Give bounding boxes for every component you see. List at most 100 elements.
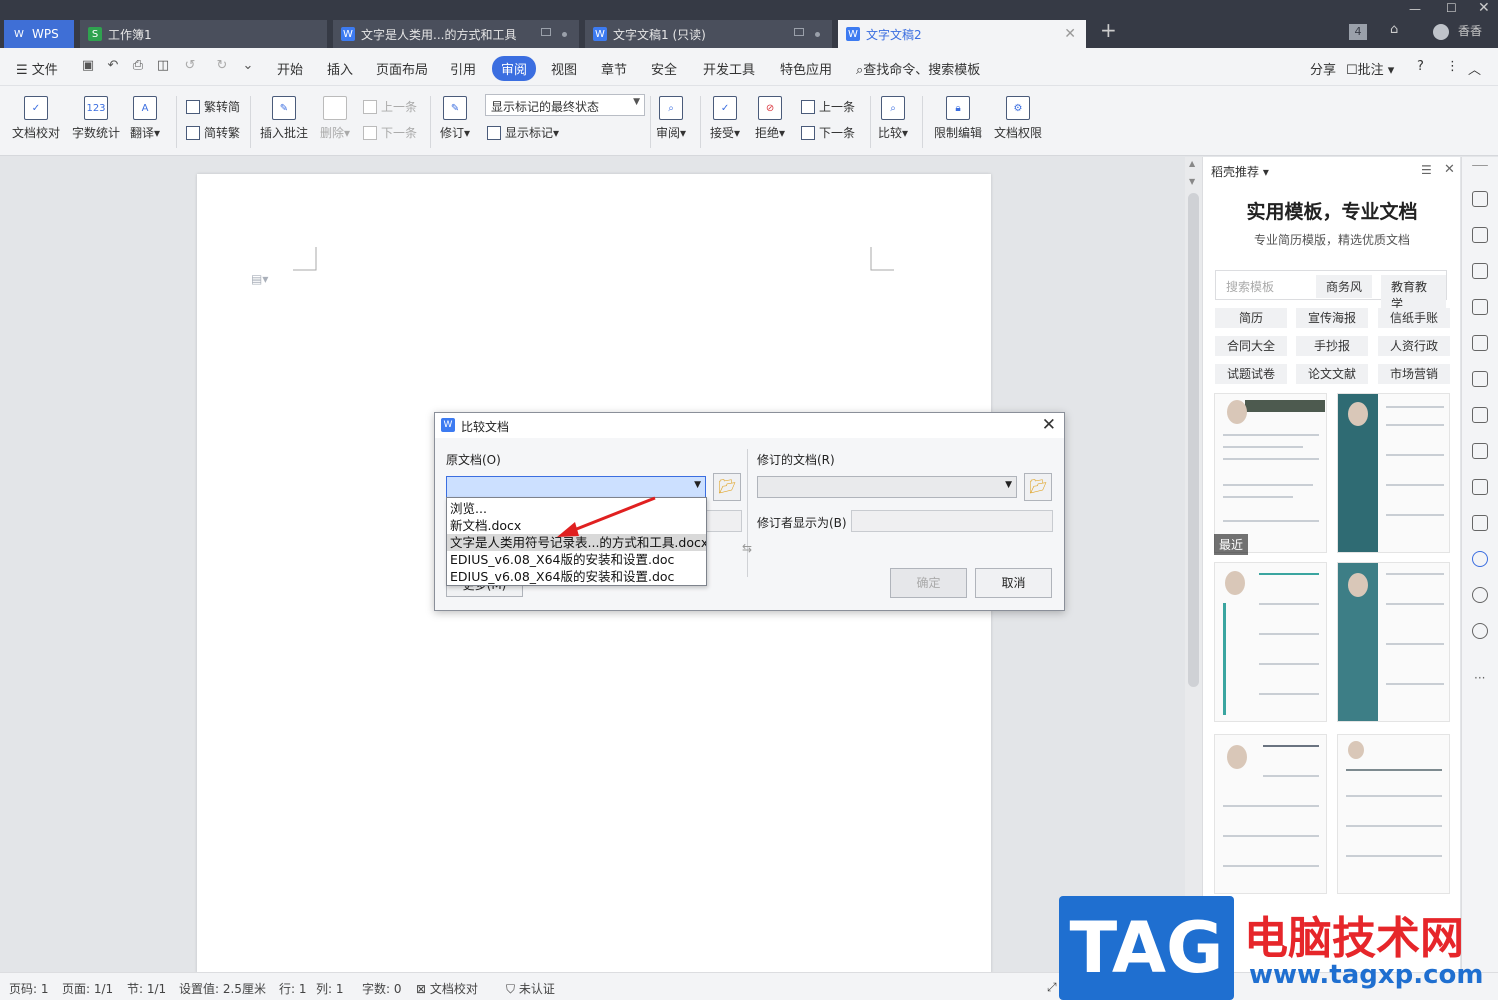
compare-button[interactable]: ⌕ 比较▾ <box>878 96 908 141</box>
panel-header[interactable]: 稻壳推荐 ▾ <box>1211 163 1269 180</box>
template-icon[interactable] <box>1472 551 1488 567</box>
documents-icon[interactable] <box>1472 407 1488 423</box>
trad-to-simp-button[interactable]: 繁转简 <box>186 98 240 115</box>
dropdown-item[interactable]: EDIUS_v6.08_X64版的安装和设置.doc <box>447 568 706 585</box>
template-search-input[interactable]: 搜索模板 商务风 教育教学 <box>1215 270 1447 315</box>
tab-workbook[interactable]: S 工作簿1 <box>80 20 327 48</box>
status-auth[interactable]: ⛉ 未认证 <box>506 980 555 997</box>
status-section[interactable]: 节: 1/1 <box>127 980 166 997</box>
insert-comment-button[interactable]: ✎ 插入批注 <box>260 96 308 141</box>
swap-icon[interactable]: ⇆ <box>742 541 752 555</box>
template-thumbnail[interactable] <box>1337 562 1450 722</box>
word-count-button[interactable]: 123 字数统计 <box>72 96 120 141</box>
menu-insert[interactable]: 插入 <box>327 59 353 78</box>
maximize-icon[interactable]: ☐ <box>1446 1 1457 15</box>
translate-icon[interactable] <box>1472 443 1488 459</box>
menu-view[interactable]: 视图 <box>551 59 577 78</box>
save-icon[interactable]: ▣ <box>80 58 96 74</box>
menu-chapter[interactable]: 章节 <box>601 59 627 78</box>
print-preview-icon[interactable]: ◫ <box>155 58 171 74</box>
redo-icon[interactable]: ↻ <box>214 58 230 74</box>
original-browse-button[interactable]: 📂︎ <box>713 473 741 501</box>
category-exam[interactable]: 试题试卷 <box>1215 364 1287 384</box>
dropdown-item[interactable]: EDIUS_v6.08_X64版的安装和设置.doc <box>447 551 706 568</box>
add-tab-button[interactable]: + <box>1100 18 1117 42</box>
revised-browse-button[interactable]: 📂︎ <box>1024 473 1052 501</box>
menu-page-layout[interactable]: 页面布局 <box>376 59 428 78</box>
status-column[interactable]: 列: 1 <box>316 980 344 997</box>
command-search[interactable]: ⌕查找命令、搜索模板 <box>856 59 980 78</box>
fit-page-icon[interactable]: ⤢ <box>1047 980 1057 995</box>
user-name[interactable]: 香香 <box>1458 22 1482 39</box>
category-marketing[interactable]: 市场营销 <box>1378 364 1450 384</box>
status-doc-check[interactable]: ⊠ 文档校对 <box>416 980 478 997</box>
menu-security[interactable]: 安全 <box>651 59 677 78</box>
print-icon[interactable]: ⎙ <box>130 58 146 74</box>
simp-to-trad-button[interactable]: 简转繁 <box>186 124 240 141</box>
undo-icon[interactable]: ↺ <box>182 58 198 74</box>
template-thumbnail[interactable] <box>1214 393 1327 553</box>
comment-button[interactable]: ☐批注 ▾ <box>1346 59 1394 78</box>
customize-chevron-icon[interactable]: ⌄ <box>240 58 256 74</box>
prev-comment-button[interactable]: 上一条 <box>363 98 417 115</box>
template-thumbnail[interactable] <box>1214 562 1327 722</box>
cursor-icon[interactable] <box>1472 227 1488 243</box>
image-icon[interactable] <box>1472 515 1488 531</box>
shirt-icon[interactable]: ⌂ <box>1390 22 1398 37</box>
show-markup-button[interactable]: 显示标记 ▾ <box>487 124 559 141</box>
category-contracts[interactable]: 合同大全 <box>1215 336 1287 356</box>
template-thumbnail[interactable] <box>1337 393 1450 553</box>
search-tag-business[interactable]: 商务风 <box>1316 275 1373 298</box>
review-pane-button[interactable]: ⌕ 审阅▾ <box>656 96 686 141</box>
sidebar-collapse-icon[interactable] <box>1472 165 1488 166</box>
cancel-button[interactable]: 取消 <box>975 568 1052 598</box>
template-thumbnail[interactable] <box>1214 734 1327 894</box>
reviser-display-field[interactable] <box>851 510 1053 532</box>
status-word-count[interactable]: 字数: 0 <box>362 980 402 997</box>
translate-button[interactable]: A 翻译▾ <box>130 96 160 141</box>
category-hr-admin[interactable]: 人资行政 <box>1378 336 1450 356</box>
next-comment-button[interactable]: 下一条 <box>363 124 417 141</box>
doc-permission-button[interactable]: ⚙ 文档权限 <box>994 96 1042 141</box>
menu-references[interactable]: 引用 <box>450 59 476 78</box>
menu-start[interactable]: 开始 <box>277 59 303 78</box>
next-change-button[interactable]: 下一条 <box>801 124 855 141</box>
status-page-number[interactable]: 页码: 1 <box>9 980 49 997</box>
status-row[interactable]: 行: 1 <box>279 980 307 997</box>
paragraph-marker-icon[interactable]: ▤▾ <box>251 272 268 286</box>
minimize-icon[interactable]: — <box>1409 2 1421 16</box>
panel-menu-icon[interactable]: ☰ <box>1421 163 1432 177</box>
status-setting[interactable]: 设置值: 2.5厘米 <box>179 980 266 997</box>
menu-review[interactable]: 审阅 <box>492 56 537 81</box>
doc-check-button[interactable]: ✓ 文档校对 <box>12 96 60 141</box>
track-changes-button[interactable]: ✎ 修订▾ <box>440 96 470 141</box>
markup-state-select[interactable]: 显示标记的最终状态 ▼ <box>485 94 645 116</box>
share-button[interactable]: 分享 <box>1310 59 1336 78</box>
shapes-icon[interactable] <box>1472 263 1488 279</box>
tab-document-1[interactable]: W 文字是人类用...的方式和工具 <box>333 20 579 48</box>
dialog-close-icon[interactable]: ✕ <box>1042 415 1056 435</box>
tab-document-3-active[interactable]: W 文字文稿2 ✕ <box>838 20 1086 48</box>
table-icon[interactable] <box>1472 335 1488 351</box>
category-poster[interactable]: 宣传海报 <box>1296 308 1368 328</box>
menu-features[interactable]: 特色应用 <box>780 59 832 78</box>
restrict-edit-button[interactable]: 🔒︎ 限制编辑 <box>934 96 982 141</box>
help-button[interactable]: ? <box>1417 59 1424 74</box>
vertical-scrollbar[interactable]: ▲ ▼ <box>1185 157 1202 972</box>
category-resume[interactable]: 简历 <box>1215 308 1287 328</box>
collapse-ribbon-icon[interactable]: ︿ <box>1468 59 1481 78</box>
avatar[interactable] <box>1433 24 1449 40</box>
pen-icon[interactable] <box>1472 191 1488 207</box>
category-handwritten[interactable]: 手抄报 <box>1296 336 1368 356</box>
file-menu[interactable]: ☰ 文件 <box>16 59 58 78</box>
close-window-icon[interactable]: ✕ <box>1478 0 1490 16</box>
archive-icon[interactable] <box>1472 479 1488 495</box>
revised-doc-combo[interactable]: ▼ <box>757 476 1017 498</box>
scrollbar-thumb[interactable] <box>1188 193 1199 687</box>
menu-developer[interactable]: 开发工具 <box>703 59 755 78</box>
settings-sliders-icon[interactable] <box>1472 371 1488 387</box>
scroll-down-icon[interactable]: ▼ <box>1189 177 1195 186</box>
style-icon[interactable] <box>1472 299 1488 315</box>
panel-close-icon[interactable]: ✕ <box>1444 162 1455 177</box>
category-stationery[interactable]: 信纸手账 <box>1378 308 1450 328</box>
